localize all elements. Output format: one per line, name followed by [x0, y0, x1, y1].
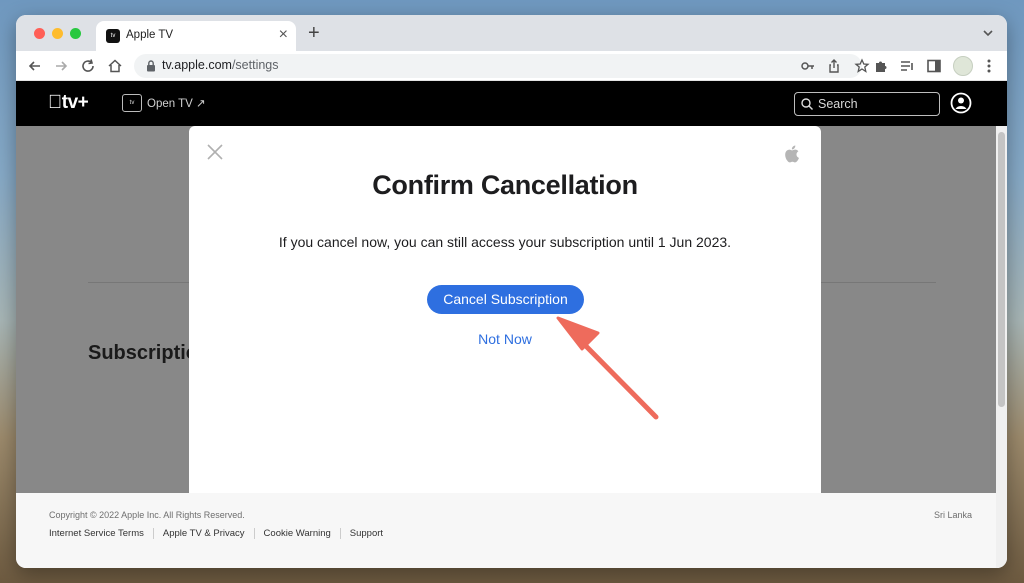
side-panel-icon[interactable] [925, 57, 943, 75]
forward-arrow-icon[interactable] [52, 57, 70, 75]
tab-apple-tv[interactable]: tv Apple TV × [96, 21, 296, 51]
extensions-puzzle-icon[interactable] [872, 57, 890, 75]
region-link[interactable]: Sri Lanka [934, 510, 972, 520]
reload-icon[interactable] [79, 57, 97, 75]
minimize-window-button[interactable] [52, 28, 63, 39]
footer-links: Internet Service Terms Apple TV & Privac… [49, 528, 392, 539]
page-scrollbar[interactable] [996, 126, 1007, 568]
key-icon[interactable] [800, 58, 816, 74]
footer-link-cookie-warning[interactable]: Cookie Warning [253, 528, 340, 539]
profile-avatar[interactable] [953, 56, 973, 76]
more-menu-icon[interactable] [980, 57, 998, 75]
footer-link-support[interactable]: Support [339, 528, 392, 539]
tab-close-icon[interactable]: × [279, 26, 288, 44]
dialog-message: If you cancel now, you can still access … [278, 234, 732, 250]
tab-strip: tv Apple TV × + [16, 15, 1007, 51]
apple-logo-icon [785, 145, 799, 163]
apple-tv-plus-logo[interactable]: tv+ [48, 92, 89, 114]
tv-app-icon[interactable]: tv [122, 94, 142, 112]
account-icon[interactable] [950, 92, 972, 114]
scrollbar-thumb[interactable] [998, 132, 1005, 407]
tab-title: Apple TV [126, 29, 174, 41]
search-icon [801, 98, 813, 110]
search-placeholder: Search [818, 97, 858, 111]
url-text: tv.apple.com/settings [162, 58, 279, 72]
new-tab-icon[interactable]: + [308, 23, 320, 43]
close-window-button[interactable] [34, 28, 45, 39]
browser-toolbar: tv.apple.com/settings [16, 51, 1007, 81]
open-tv-link[interactable]: Open TV ↗ [147, 96, 206, 110]
cancel-subscription-button[interactable]: Cancel Subscription [427, 285, 584, 314]
copyright-text: Copyright © 2022 Apple Inc. All Rights R… [49, 510, 245, 520]
lock-icon[interactable] [144, 59, 158, 73]
search-input[interactable]: Search [794, 92, 940, 116]
bookmark-star-icon[interactable] [854, 58, 870, 74]
maximize-window-button[interactable] [70, 28, 81, 39]
not-now-link[interactable]: Not Now [189, 331, 821, 347]
confirm-cancellation-dialog: Confirm Cancellation If you cancel now, … [189, 126, 821, 493]
back-arrow-icon[interactable] [26, 57, 44, 75]
chevron-down-icon[interactable] [981, 26, 995, 40]
footer-link-internet-service-terms[interactable]: Internet Service Terms [49, 528, 153, 539]
address-bar[interactable]: tv.apple.com/settings [134, 54, 870, 78]
site-header: tv+ tv Open TV ↗ Search [16, 81, 1007, 126]
share-icon[interactable] [826, 58, 842, 74]
browser-window: tv Apple TV × + tv.apple.com/settings tv… [16, 15, 1007, 568]
home-icon[interactable] [106, 57, 124, 75]
dialog-title: Confirm Cancellation [372, 170, 638, 200]
site-footer: Copyright © 2022 Apple Inc. All Rights R… [16, 493, 996, 568]
close-icon[interactable] [205, 142, 225, 162]
reading-list-icon[interactable] [898, 57, 916, 75]
footer-link-privacy[interactable]: Apple TV & Privacy [152, 528, 254, 539]
apple-tv-favicon-icon: tv [106, 29, 120, 43]
subscriptions-heading: Subscriptio [88, 342, 199, 364]
